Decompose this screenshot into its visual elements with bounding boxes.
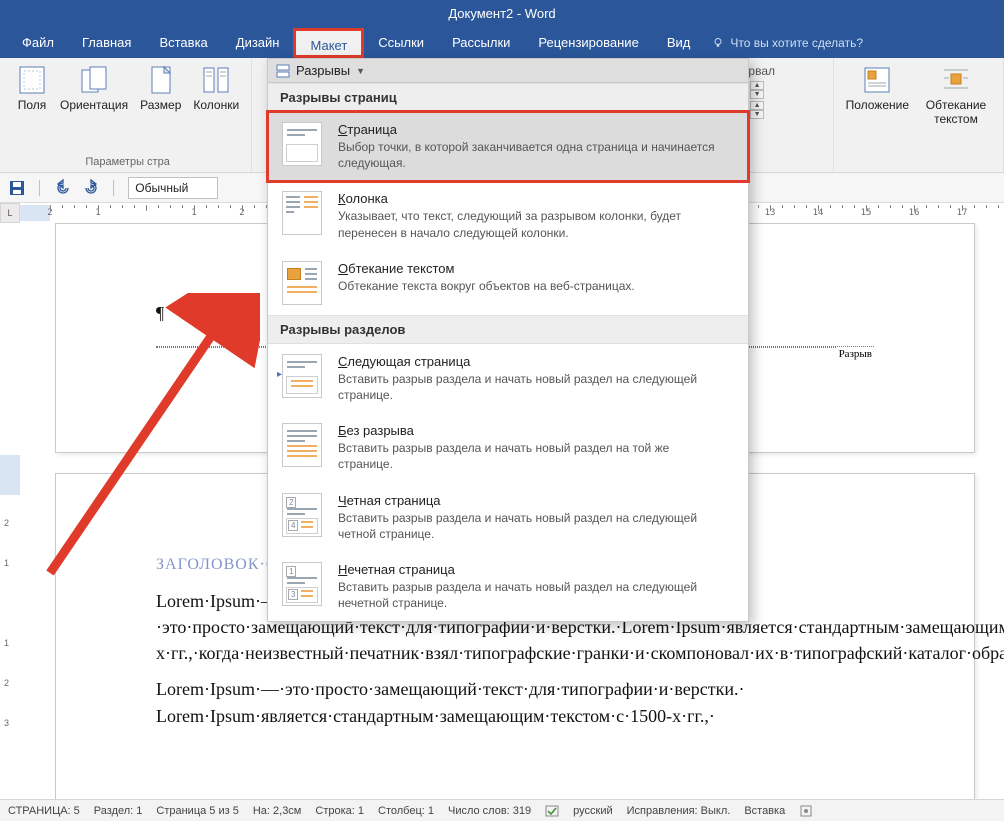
odd-page-thumb-icon: 1 3: [282, 562, 322, 606]
tab-layout[interactable]: Макет: [293, 28, 364, 58]
breaks-icon: [276, 64, 290, 78]
tab-view[interactable]: Вид: [653, 28, 705, 58]
undo-icon[interactable]: [54, 179, 72, 197]
position-icon: [861, 64, 893, 96]
status-column[interactable]: Столбец: 1: [378, 805, 434, 817]
margins-icon: [16, 64, 48, 96]
breaks-section-sections: Разрывы разделов: [268, 315, 748, 344]
title-bar: Документ2 - Word: [0, 0, 1004, 28]
breaks-item-column[interactable]: Колонка Указывает, что текст, следующий …: [268, 181, 748, 250]
status-page[interactable]: СТРАНИЦА: 5: [8, 805, 80, 817]
page-break-thumb-icon: [282, 122, 322, 166]
tab-insert[interactable]: Вставка: [145, 28, 221, 58]
columns-button[interactable]: Колонки: [187, 62, 245, 114]
columns-icon: [200, 64, 232, 96]
breaks-dropdown: Разрывы ▼ Разрывы страниц Страница Выбор…: [267, 58, 749, 622]
status-language[interactable]: русский: [573, 805, 612, 817]
tab-review[interactable]: Рецензирование: [524, 28, 652, 58]
text-wrap-thumb-icon: [282, 261, 322, 305]
status-insert-mode[interactable]: Вставка: [744, 805, 785, 817]
ribbon-group-page-setup: Поля Ориентация Размер Колонки Параметры…: [0, 58, 252, 172]
status-words[interactable]: Число слов: 319: [448, 805, 531, 817]
breaks-section-pages: Разрывы страниц: [268, 83, 748, 112]
breaks-item-text-wrapping[interactable]: Обтекание текстом Обтекание текста вокру…: [268, 251, 748, 315]
tab-selector[interactable]: L: [0, 203, 20, 223]
next-page-thumb-icon: ▸: [282, 354, 322, 398]
page-setup-group-label: Параметры стра: [85, 156, 169, 170]
tell-me-search[interactable]: Что вы хотите сделать?: [712, 36, 863, 50]
tab-references[interactable]: Ссылки: [364, 28, 438, 58]
tab-design[interactable]: Дизайн: [222, 28, 294, 58]
margins-button[interactable]: Поля: [10, 62, 54, 114]
position-button[interactable]: Положение: [840, 62, 915, 128]
tab-file[interactable]: Файл: [8, 28, 68, 58]
status-section[interactable]: Раздел: 1: [94, 805, 143, 817]
chevron-down-icon: ▼: [356, 66, 365, 76]
paragraph-2: Lorem·Ipsum·—·это·просто·замещающий·текс…: [156, 676, 874, 728]
redo-icon[interactable]: [82, 179, 100, 197]
tab-home[interactable]: Главная: [68, 28, 145, 58]
even-page-thumb-icon: 2 4: [282, 493, 322, 537]
spinner-icon[interactable]: ▲▼: [750, 101, 764, 119]
window-title: Документ2 - Word: [448, 6, 555, 21]
status-track-changes[interactable]: Исправления: Выкл.: [627, 805, 731, 817]
orientation-icon: [78, 64, 110, 96]
column-break-thumb-icon: [282, 191, 322, 235]
breaks-item-even-page[interactable]: 2 4 Четная страница Вставить разрыв разд…: [268, 483, 748, 552]
breaks-item-continuous[interactable]: Без разрыва Вставить разрыв раздела и на…: [268, 413, 748, 482]
size-button[interactable]: Размер: [134, 62, 187, 114]
breaks-item-page[interactable]: Страница Выбор точки, в которой заканчив…: [268, 112, 748, 181]
vertical-ruler[interactable]: 2 1 1 2 3: [0, 223, 20, 799]
continuous-thumb-icon: [282, 423, 322, 467]
macro-icon[interactable]: [799, 804, 813, 818]
spinner-icon[interactable]: ▲▼: [750, 81, 764, 99]
orientation-button[interactable]: Ориентация: [54, 62, 134, 114]
breaks-item-odd-page[interactable]: 1 3 Нечетная страница Вставить разрыв ра…: [268, 552, 748, 621]
status-bar: СТРАНИЦА: 5 Раздел: 1 Страница 5 из 5 На…: [0, 799, 1004, 821]
breaks-button[interactable]: Разрывы ▼: [268, 59, 748, 83]
page-break-label: Разрыв: [837, 347, 874, 363]
status-line[interactable]: Строка: 1: [315, 805, 364, 817]
save-icon[interactable]: [8, 179, 26, 197]
style-selector[interactable]: Обычный: [128, 177, 218, 199]
spellcheck-icon[interactable]: [545, 804, 559, 818]
ribbon-tabs: Файл Главная Вставка Дизайн Макет Ссылки…: [0, 28, 1004, 58]
status-page-of[interactable]: Страница 5 из 5: [156, 805, 238, 817]
ribbon-group-arrange: Положение Обтекание текстом: [834, 58, 1004, 172]
wrap-text-icon: [940, 64, 972, 96]
size-icon: [145, 64, 177, 96]
breaks-item-next-page[interactable]: ▸ Следующая страница Вставить разрыв раз…: [268, 344, 748, 413]
status-at[interactable]: На: 2,3см: [253, 805, 302, 817]
wrap-text-button[interactable]: Обтекание текстом: [915, 62, 997, 128]
lightbulb-icon: [712, 37, 724, 49]
tab-mailings[interactable]: Рассылки: [438, 28, 524, 58]
